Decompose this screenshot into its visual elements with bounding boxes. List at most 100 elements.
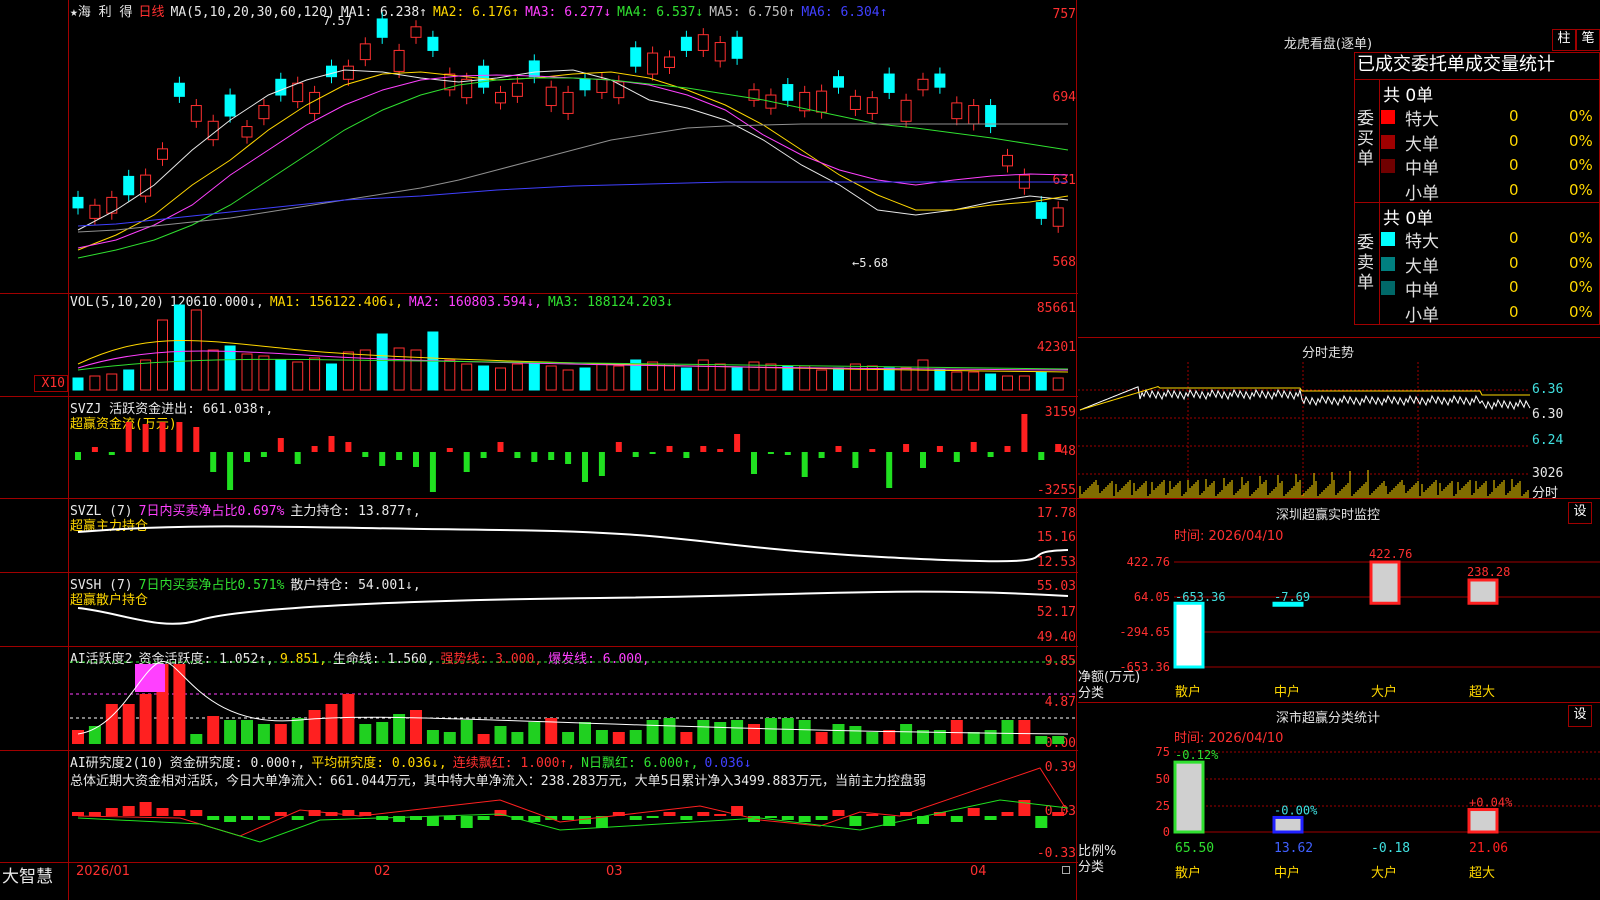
ai-active-bar [224, 720, 237, 744]
ai-active-bar [579, 722, 591, 744]
volume-bar [173, 304, 185, 391]
sc-category: 中户 [1274, 865, 1300, 881]
ai-active-bar [1052, 736, 1065, 744]
candle-body [511, 82, 523, 97]
candle-body [376, 18, 388, 38]
svzj-bar [632, 452, 639, 457]
tick-view-button[interactable]: 笔 [1576, 29, 1600, 51]
sc-settings-button[interactable]: 设 [1568, 705, 1592, 727]
order-row-count: 0 [1509, 131, 1519, 150]
ai-active-bar [748, 724, 760, 744]
candle-body [258, 105, 270, 120]
svzj-bar [311, 446, 318, 452]
sc-bar-value: 65.50 [1175, 841, 1214, 856]
sc-axis-tick: 25 [1156, 799, 1170, 813]
sc-axis-tick: 75 [1156, 745, 1170, 759]
ai-research-bar [815, 816, 828, 820]
svzj-bar [649, 452, 656, 454]
volume-bar [72, 377, 84, 391]
main-chart-area[interactable]: 757 694 631 568 85661 42301 X10 3159 -48… [0, 0, 1078, 900]
order-row-pct: 0% [1569, 131, 1593, 150]
candle-body [190, 105, 202, 122]
svzj-bar [480, 452, 487, 458]
main-chart-svg [70, 12, 1075, 843]
ai-active-bar [798, 720, 811, 744]
ai-active-bar [257, 724, 270, 744]
ai-active-bar [460, 720, 473, 744]
candle-body [680, 36, 692, 51]
order-row-count: 0 [1509, 253, 1519, 272]
candle-body [241, 126, 253, 138]
order-row-count: 0 [1509, 156, 1519, 174]
candle-body [410, 26, 422, 38]
ai-active-bar [866, 732, 879, 744]
candle-body [647, 52, 659, 75]
volume-bar [934, 369, 946, 391]
sc-category: 散户 [1175, 865, 1201, 881]
svzj-bar [362, 452, 369, 457]
svzj-bar [734, 434, 741, 452]
stats-header: 已成交委托单成交量统计 [1357, 54, 1555, 75]
sz-category: 中户 [1274, 684, 1300, 700]
volume-bar [545, 365, 557, 391]
volume-bar [833, 367, 844, 391]
ai-active-bar [342, 694, 355, 744]
ai-active-bar [72, 730, 84, 744]
ai-active-bar [663, 718, 676, 744]
ai-research-bar [72, 812, 84, 816]
volume-bar [258, 355, 270, 391]
ai-active-bar [528, 722, 541, 744]
sz-monitor-title: 深圳超赢实时监控 [1275, 508, 1380, 523]
ai-research-bar [291, 816, 304, 820]
svzj-bar [582, 452, 588, 482]
bar-view-button[interactable]: 柱 [1552, 29, 1576, 51]
sz-settings-button[interactable]: 设 [1568, 502, 1592, 524]
intraday-tick: 6.24 [1532, 433, 1564, 448]
sc-bar [1272, 815, 1304, 834]
volume-bar [816, 369, 828, 391]
volume-bar [596, 363, 608, 391]
lock-icon[interactable] [1062, 866, 1070, 874]
candle-body [1002, 154, 1013, 167]
sz-monitor-chart: 422.7664.05-294.65-653.36-653.36散户-7.69中… [1119, 547, 1600, 700]
sc-axis-tick: 50 [1156, 772, 1170, 786]
candle-body [89, 204, 101, 219]
svzj-bar [328, 436, 335, 452]
svzj-bar [260, 452, 267, 457]
order-row-pct: 0% [1569, 180, 1593, 199]
svzj-bar [142, 424, 149, 452]
svzj-bar [446, 448, 453, 452]
svzj-bars [75, 414, 1062, 492]
candle-body [816, 90, 828, 113]
volume-bar [461, 363, 473, 391]
sc-bar-value: -0.18 [1371, 841, 1410, 856]
ai-active-bar [291, 718, 304, 744]
order-row-name: 大单 [1405, 256, 1439, 277]
ai-active-bar [190, 734, 203, 744]
ai-active-bar [207, 716, 220, 744]
svzj-bar [784, 452, 791, 455]
sc-category: 超大 [1469, 866, 1495, 881]
candle-body [342, 65, 354, 80]
volume-bar [714, 363, 726, 391]
volume-bar [613, 365, 625, 391]
svzj-bar [210, 452, 217, 472]
ai-active-bar [832, 724, 845, 744]
right-sidebar: 龙虎看盘(逐单) 柱 笔 已成交委托单成交量统计 委买单 委卖单 共 0单 共 … [1078, 0, 1600, 900]
candle-body [326, 65, 337, 78]
candle-body [985, 105, 997, 128]
sz-category-label: 分类 [1078, 686, 1105, 701]
order-row-pct: 0% [1569, 156, 1593, 174]
ai-active-bar [883, 730, 896, 744]
svzj-bar [751, 452, 757, 474]
volume-bar [207, 349, 219, 391]
order-row-name: 小单 [1405, 183, 1439, 204]
candle-body [292, 82, 304, 103]
candle-body [630, 47, 642, 67]
svzj-bar [345, 442, 352, 452]
volume-bar [647, 361, 659, 391]
svsh-line [77, 590, 1069, 625]
svzj-bar [886, 452, 893, 488]
intraday-title: 分时走势 [1301, 346, 1354, 361]
candle-body [782, 84, 794, 101]
